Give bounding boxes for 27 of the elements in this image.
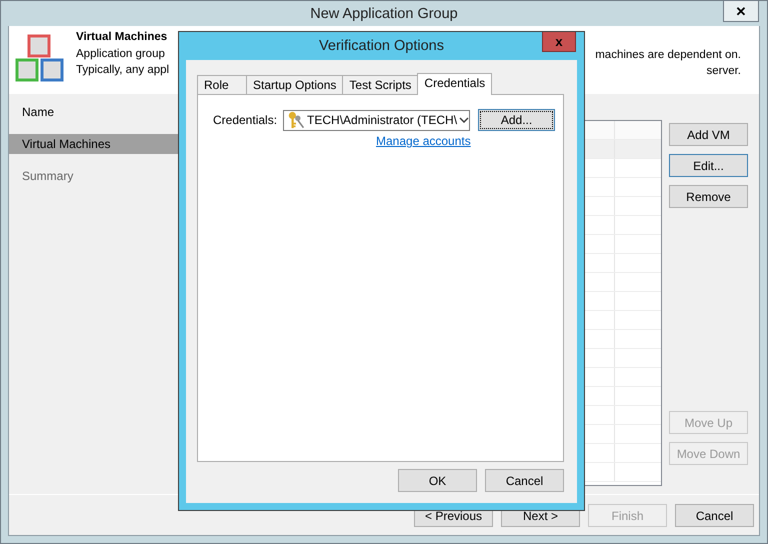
- manage-accounts-link[interactable]: Manage accounts: [376, 134, 471, 148]
- nav-item[interactable]: Name: [9, 102, 179, 122]
- field-label: Credentials:: [213, 113, 278, 127]
- description-text: Typically, any appl: [76, 63, 170, 78]
- close-button[interactable]: ✕: [723, 1, 759, 22]
- add-button[interactable]: Add...: [478, 109, 556, 131]
- dialog-button[interactable]: Cancel: [485, 469, 564, 492]
- window-title: New Application Group: [310, 6, 458, 22]
- description-text: server.: [706, 64, 741, 79]
- description-text: Application group: [76, 47, 165, 62]
- tab[interactable]: Credentials: [417, 73, 492, 95]
- dialog-title: Verification Options: [319, 38, 444, 54]
- tab[interactable]: Test Scripts: [342, 75, 418, 94]
- keys-icon: [287, 111, 306, 129]
- nav-item[interactable]: Virtual Machines: [9, 134, 179, 154]
- dialog-button[interactable]: OK: [398, 469, 477, 492]
- credentials-dropdown[interactable]: TECH\Administrator (TECH\: [283, 110, 470, 130]
- side-button[interactable]: Remove: [669, 185, 748, 208]
- side-button[interactable]: Add VM: [669, 123, 748, 146]
- tab[interactable]: Role: [197, 75, 247, 94]
- side-button[interactable]: Edit...: [669, 154, 748, 177]
- step-title: Virtual Machines: [76, 31, 168, 43]
- caret-icon: [459, 117, 470, 123]
- description-text: machines are dependent on.: [595, 48, 741, 63]
- footer-button[interactable]: Cancel: [675, 504, 754, 527]
- close-button[interactable]: x: [542, 32, 576, 52]
- tab[interactable]: Startup Options: [246, 75, 344, 94]
